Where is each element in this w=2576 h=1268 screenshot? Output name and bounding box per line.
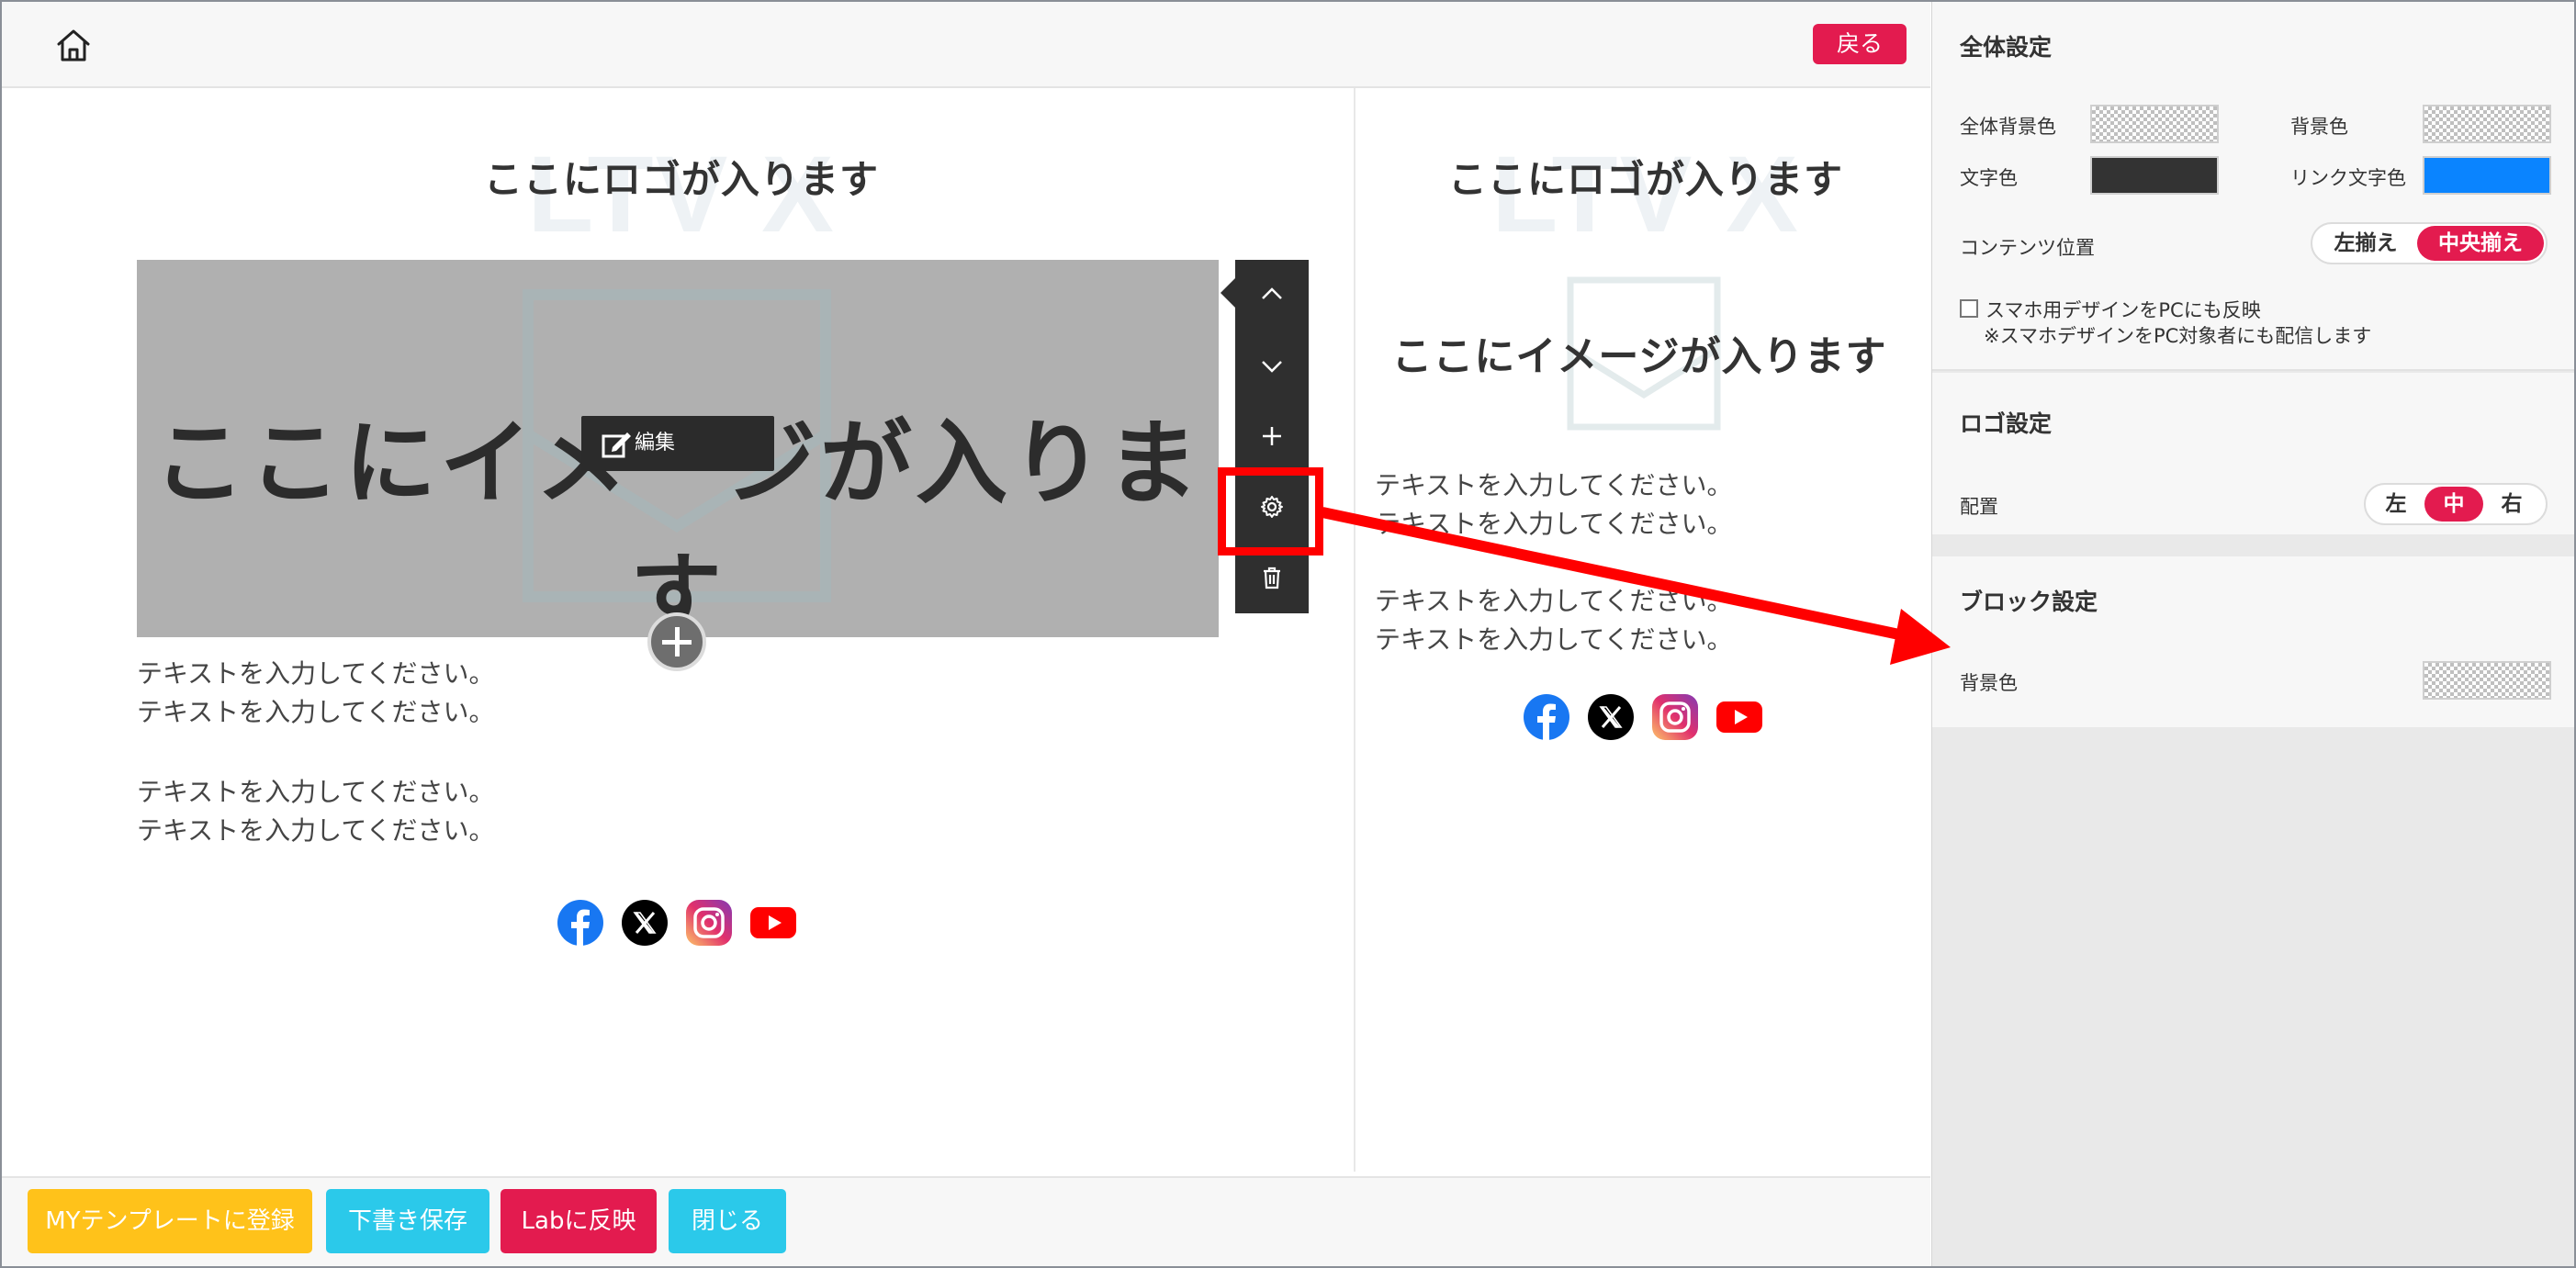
block-bg-color-swatch[interactable] (2423, 661, 2551, 700)
align-center-option[interactable]: 中央揃え (2417, 226, 2544, 261)
edit-label: 編集 (635, 432, 676, 454)
settings-highlight-box (1218, 467, 1323, 555)
trash-icon (1264, 567, 1280, 589)
text-color-label: 文字色 (1960, 167, 2018, 189)
align-left-option[interactable]: 左揃え (2314, 226, 2417, 261)
x-icon[interactable] (1588, 694, 1634, 740)
global-settings-section: 全体設定 全体背景色 背景色 文字色 リンク文字色 コンテンツ位置 左揃え 中央… (1932, 2, 2574, 371)
plus-icon (1263, 427, 1281, 445)
move-up-button[interactable] (1235, 260, 1309, 330)
apply-to-lab-button[interactable]: Labに反映 (501, 1189, 657, 1253)
pc-text-block-2[interactable]: テキストを入力してください。 テキストを入力してください。 (137, 773, 494, 850)
pc-logo-block[interactable]: LTV X ここにロゴが入ります (369, 129, 994, 255)
back-button[interactable]: 戻る (1813, 24, 1907, 64)
youtube-icon[interactable] (750, 900, 796, 946)
image-placeholder-text: ここにイメージが入ります (1391, 333, 1887, 380)
settings-panel: 全体設定 全体背景色 背景色 文字色 リンク文字色 コンテンツ位置 左揃え 中央… (1931, 2, 2574, 1266)
text-color-swatch[interactable] (2090, 156, 2219, 195)
logo-settings-section: ロゴ設定 配置 左 中 右 (1932, 373, 2574, 534)
link-color-swatch[interactable] (2423, 156, 2551, 195)
block-toolbar (1221, 260, 1309, 613)
bottom-bar: MYテンプレートに登録 下書き保存 Labに反映 閉じる (2, 1176, 1930, 1266)
sp-logo-block[interactable]: LTV X ここにロゴが入ります (1398, 129, 1894, 255)
chevron-up-icon (1262, 287, 1282, 299)
instagram-icon[interactable] (686, 900, 732, 946)
placement-left-option[interactable]: 左 (2368, 487, 2424, 522)
placement-center-option[interactable]: 中 (2424, 487, 2483, 522)
edit-icon (602, 432, 631, 458)
sp-design-label: スマホ用デザインをPCにも反映 (1985, 299, 2261, 321)
placement-right-option[interactable]: 右 (2483, 487, 2540, 522)
logo-placeholder-text: ここにロゴが入ります (1447, 157, 1843, 202)
bg-color-swatch[interactable] (2423, 105, 2551, 143)
register-my-template-button[interactable]: MYテンプレートに登録 (28, 1189, 312, 1253)
home-icon[interactable] (53, 25, 94, 65)
sp-text-block-2[interactable]: テキストを入力してください。 テキストを入力してください。 (1375, 582, 1732, 659)
preview-divider (1354, 88, 1355, 1172)
add-block-button[interactable] (1235, 401, 1309, 471)
block-settings-title: ブロック設定 (1960, 589, 2098, 615)
edit-image-button[interactable]: 編集 (581, 416, 774, 471)
sp-text-block-1[interactable]: テキストを入力してください。 テキストを入力してください。 (1375, 466, 1732, 544)
global-settings-title: 全体設定 (1960, 34, 2053, 61)
logo-placeholder-text: ここにロゴが入ります (483, 157, 879, 202)
sp-design-checkbox[interactable] (1960, 299, 1978, 318)
block-bg-color-label: 背景色 (1960, 672, 2018, 694)
pc-text-block-1[interactable]: テキストを入力してください。 テキストを入力してください。 (137, 655, 494, 732)
block-settings-section: ブロック設定 背景色 (1932, 556, 2574, 727)
global-bg-color-label: 全体背景色 (1960, 116, 2056, 138)
bg-color-label: 背景色 (2290, 116, 2348, 138)
content-position-toggle: 左揃え 中央揃え (2311, 222, 2548, 264)
close-button[interactable]: 閉じる (669, 1189, 786, 1253)
top-bar: 戻る (2, 2, 1930, 88)
save-draft-button[interactable]: 下書き保存 (326, 1189, 489, 1253)
global-bg-color-swatch[interactable] (2090, 105, 2219, 143)
link-color-label: リンク文字色 (2290, 167, 2406, 189)
chevron-down-icon (1262, 361, 1282, 373)
logo-placement-label: 配置 (1960, 496, 1998, 518)
add-block-below-button[interactable] (647, 612, 706, 671)
sp-design-note: ※スマホデザインをPC対象者にも配信します (1984, 325, 2372, 347)
move-down-button[interactable] (1235, 331, 1309, 400)
sp-image-block[interactable]: ここにイメージが入ります (1378, 259, 1901, 498)
preview-canvas: LTV X ここにロゴが入ります ここにイメージが入ります 編集 テキストを入力… (2, 88, 1930, 1176)
content-position-label: コンテンツ位置 (1960, 237, 2095, 259)
editor-area: 戻る LTV X ここにロゴが入ります ここにイメージが入ります 編集 テキスト… (2, 2, 1930, 1266)
app-window: 戻る LTV X ここにロゴが入ります ここにイメージが入ります 編集 テキスト… (0, 0, 2576, 1268)
pc-sns-row (557, 900, 796, 946)
logo-placement-toggle: 左 中 右 (2364, 483, 2548, 525)
x-icon[interactable] (622, 900, 668, 946)
logo-settings-title: ロゴ設定 (1960, 410, 2053, 437)
pc-image-block[interactable]: ここにイメージが入ります 編集 (137, 260, 1219, 637)
youtube-icon[interactable] (1716, 694, 1762, 740)
sp-sns-row (1524, 694, 1762, 740)
facebook-icon[interactable] (1524, 694, 1569, 740)
facebook-icon[interactable] (557, 900, 603, 946)
instagram-icon[interactable] (1652, 694, 1698, 740)
